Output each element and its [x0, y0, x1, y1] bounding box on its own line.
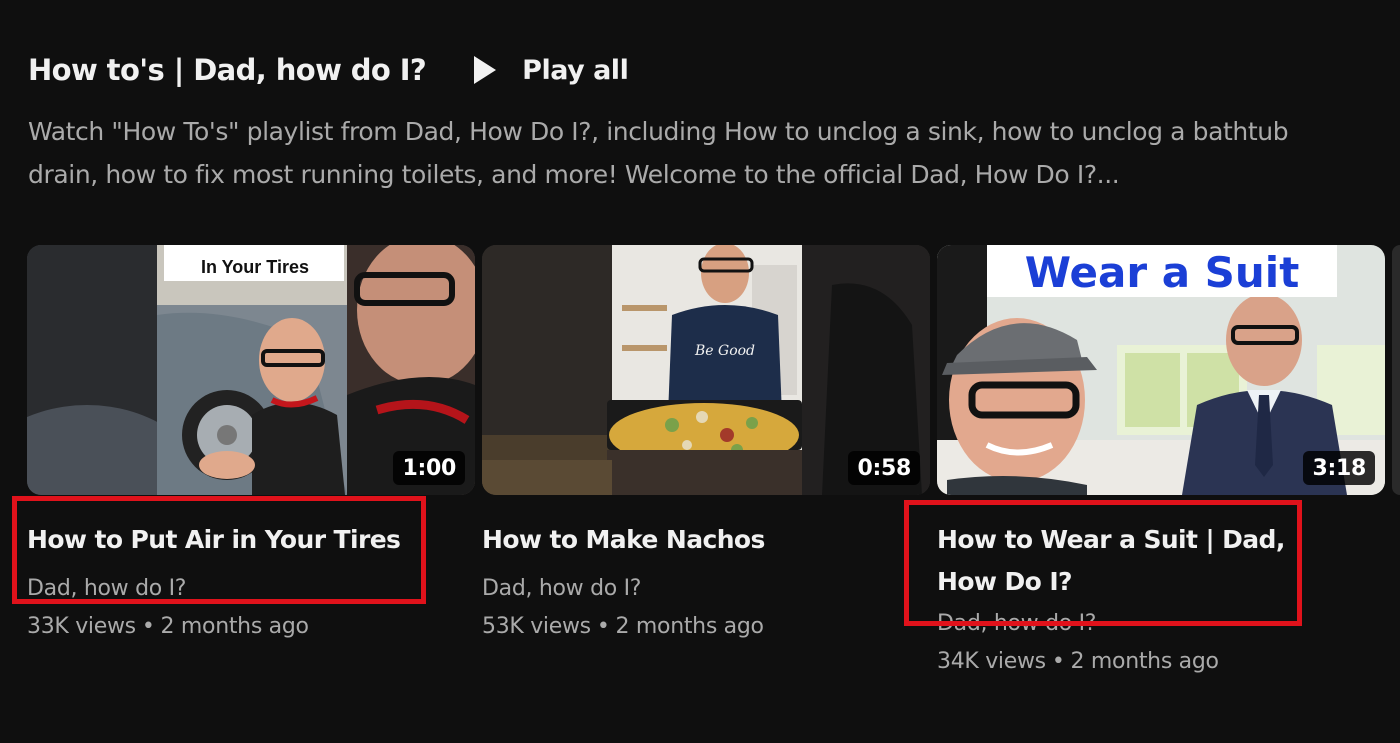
video-stats: 33K views • 2 months ago: [27, 607, 475, 647]
video-title[interactable]: How to Wear a Suit | Dad, How Do I?: [937, 519, 1297, 603]
duration-badge: 1:00: [393, 451, 465, 485]
play-all-label: Play all: [522, 54, 629, 86]
thumbnail-caption: In Your Tires: [201, 257, 309, 277]
video-card: Be Good 0:58 How to Make Nachos Dad, how…: [482, 245, 930, 647]
separator-dot: •: [1051, 649, 1065, 674]
video-card: In Your Tires 1:00 How to Put Air in You…: [27, 245, 475, 647]
play-icon: [474, 56, 497, 84]
upload-age: 2 months ago: [1070, 649, 1219, 674]
separator-dot: •: [141, 614, 155, 639]
shelf-description[interactable]: Watch "How To's" playlist from Dad, How …: [28, 110, 1318, 196]
view-count: 33K views: [27, 614, 136, 639]
video-stats: 53K views • 2 months ago: [482, 607, 930, 647]
view-count: 34K views: [937, 649, 1046, 674]
channel-name[interactable]: Dad, how do I?: [482, 571, 930, 607]
video-thumbnail[interactable]: Wear a Suit 3:18: [937, 245, 1385, 495]
next-card-thumbnail[interactable]: [1392, 245, 1400, 495]
video-card: Wear a Suit 3:18 How to Wear a Suit | Da…: [937, 245, 1385, 682]
video-stats: 34K views • 2 months ago: [937, 642, 1385, 682]
video-title[interactable]: How to Put Air in Your Tires: [27, 519, 475, 561]
play-all-button[interactable]: Play all: [472, 50, 629, 90]
view-count: 53K views: [482, 614, 591, 639]
video-title[interactable]: How to Make Nachos: [482, 519, 930, 561]
shelf-title[interactable]: How to's | Dad, how do I?: [28, 53, 427, 87]
playlist-shelf: How to's | Dad, how do I? Play all Watch…: [0, 0, 1400, 743]
channel-name[interactable]: Dad, how do I?: [937, 606, 1385, 642]
video-thumbnail[interactable]: In Your Tires 1:00: [27, 245, 475, 495]
svg-text:Be Good: Be Good: [694, 343, 755, 359]
video-meta: How to Wear a Suit | Dad, How Do I? Dad,…: [937, 519, 1385, 682]
duration-badge: 0:58: [848, 451, 920, 485]
shelf-header: How to's | Dad, how do I? Play all: [28, 50, 629, 90]
separator-dot: •: [596, 614, 610, 639]
video-thumbnail[interactable]: Be Good 0:58: [482, 245, 930, 495]
upload-age: 2 months ago: [160, 614, 309, 639]
thumbnail-caption: Wear a Suit: [1025, 248, 1300, 297]
duration-badge: 3:18: [1303, 451, 1375, 485]
upload-age: 2 months ago: [615, 614, 764, 639]
video-meta: How to Make Nachos Dad, how do I? 53K vi…: [482, 519, 930, 647]
video-meta: How to Put Air in Your Tires Dad, how do…: [27, 519, 475, 647]
channel-name[interactable]: Dad, how do I?: [27, 571, 475, 607]
